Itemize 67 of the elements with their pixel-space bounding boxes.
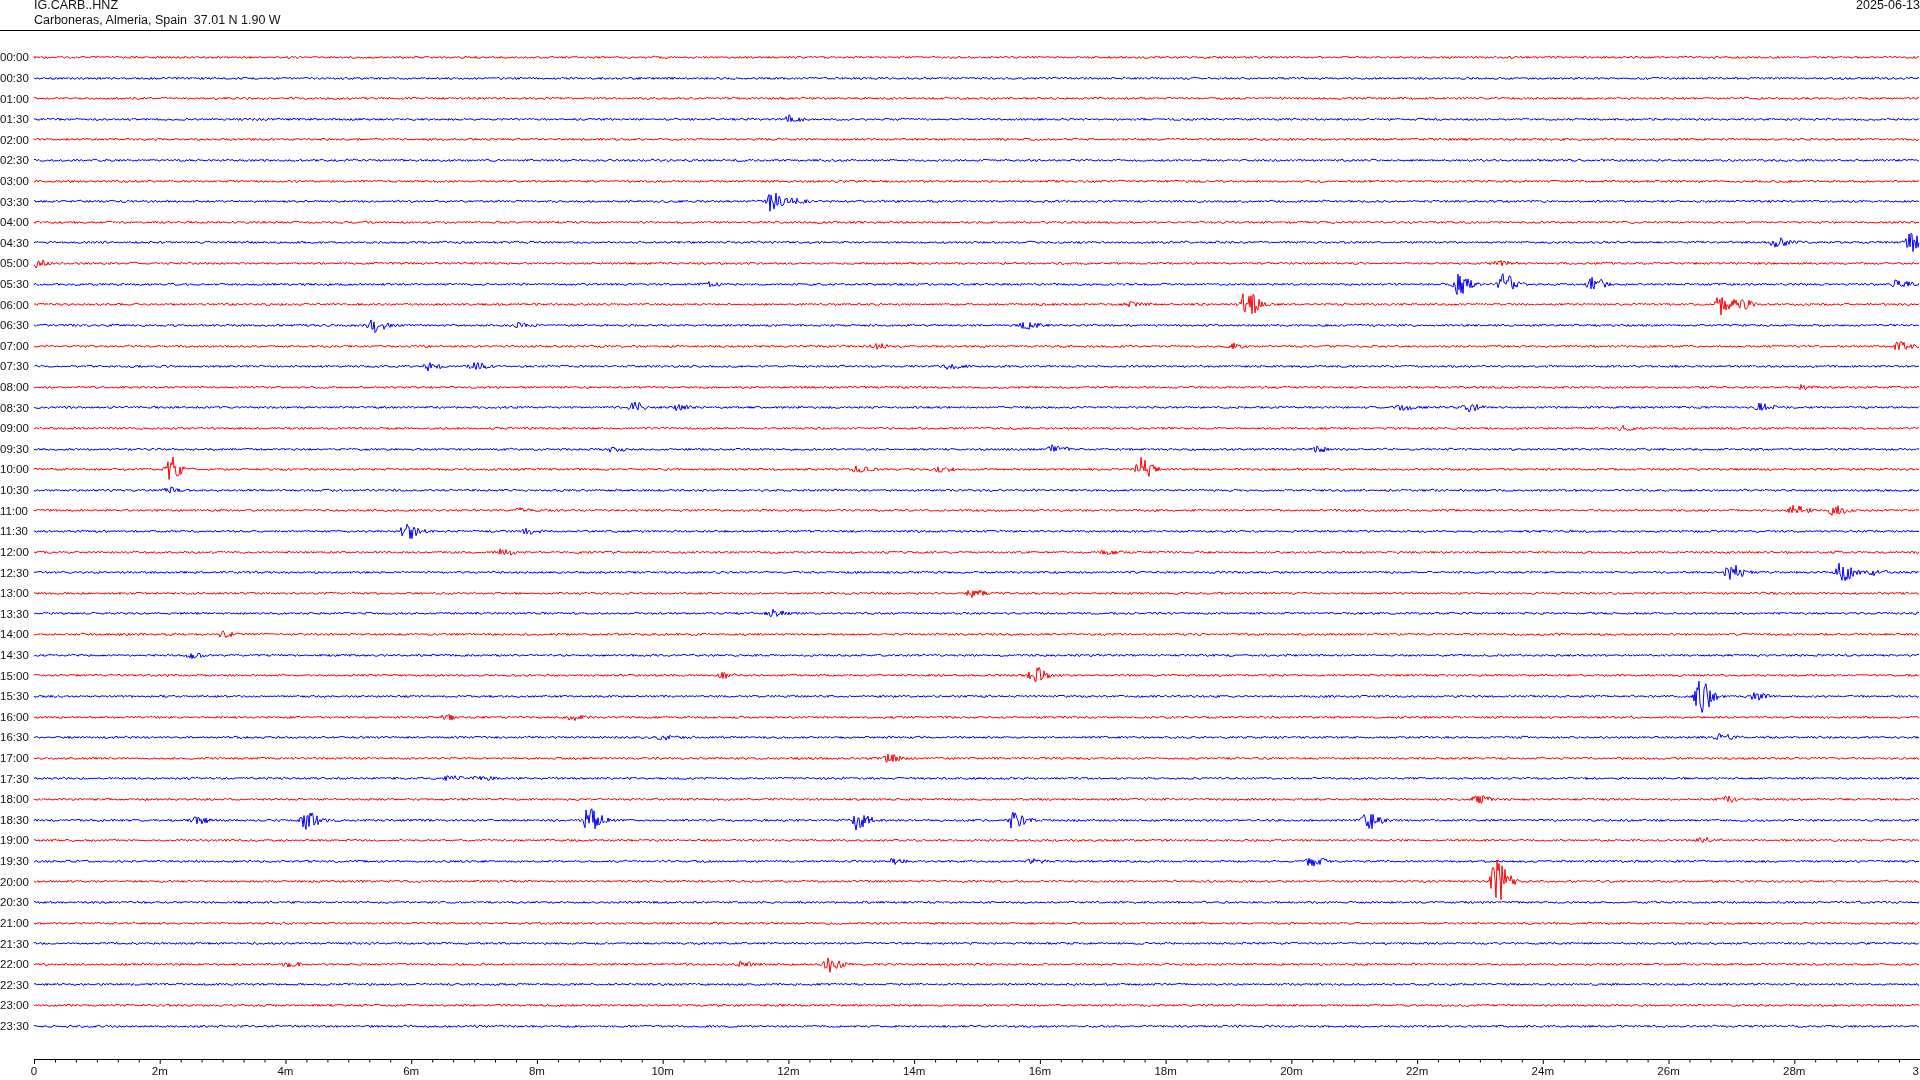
axis-label: 16m: [1028, 1065, 1052, 1078]
time-label: 20:00: [0, 875, 30, 888]
axis-label: 22m: [1405, 1065, 1429, 1078]
time-label: 19:30: [0, 855, 30, 868]
axis-label: 20m: [1280, 1065, 1303, 1078]
axis-label: 28m: [1783, 1065, 1806, 1078]
time-label: 02:00: [0, 133, 30, 146]
time-label: 15:30: [0, 690, 30, 703]
time-label: 08:30: [0, 401, 30, 414]
axis-label: 2m: [151, 1065, 168, 1078]
time-label: 22:30: [0, 978, 30, 991]
axis-label: 18m: [1154, 1065, 1177, 1078]
time-label: 07:30: [0, 360, 30, 373]
time-label: 10:00: [0, 463, 30, 476]
time-label: 23:00: [0, 999, 30, 1012]
time-label: 00:00: [0, 51, 30, 64]
station-location: Carboneras, Almeria, Spain 37.01 N 1.90 W: [34, 13, 281, 27]
time-label: 21:30: [0, 937, 30, 950]
time-label: 10:30: [0, 484, 30, 497]
time-label: 16:30: [0, 731, 30, 744]
time-label: 23:30: [0, 1019, 30, 1032]
date-label: 2025-06-13: [1856, 0, 1920, 12]
time-label: 11:30: [0, 525, 29, 538]
time-label: 20:30: [0, 896, 30, 909]
time-label: 18:30: [0, 813, 30, 826]
time-label: 12:00: [0, 545, 30, 558]
axis-label: 26m: [1657, 1065, 1680, 1078]
time-label: 16:00: [0, 710, 30, 723]
time-label: 01:30: [0, 113, 30, 126]
time-label: 05:00: [0, 257, 30, 270]
axis-label: 4m: [277, 1065, 294, 1078]
axis-label: 3: [1912, 1065, 1919, 1078]
axis-label: 14m: [902, 1065, 926, 1078]
time-label: 01:00: [0, 92, 30, 105]
time-label: 05:30: [0, 278, 30, 290]
time-label: 06:30: [0, 319, 30, 332]
time-label: 12:30: [0, 566, 30, 579]
time-label: 03:30: [0, 195, 30, 208]
time-label: 22:00: [0, 958, 30, 971]
time-label: 18:00: [0, 793, 30, 806]
time-label: 17:30: [0, 772, 30, 785]
time-label: 08:00: [0, 381, 30, 394]
axis-label: 0: [30, 1065, 38, 1078]
time-label: 21:00: [0, 916, 30, 929]
time-label: 13:30: [0, 607, 30, 620]
time-label: 09:30: [0, 442, 30, 455]
time-label: 11:00: [0, 504, 29, 517]
time-label: 13:00: [0, 587, 30, 600]
axis-label: 8m: [528, 1065, 545, 1078]
axis-label: 6m: [403, 1065, 420, 1078]
time-label: 02:30: [0, 154, 30, 167]
time-label: 03:00: [0, 174, 30, 187]
time-label: 14:30: [0, 648, 30, 661]
time-label: 00:30: [0, 71, 30, 84]
time-label: 19:00: [0, 834, 30, 847]
time-label: 04:30: [0, 236, 30, 249]
time-label: 06:00: [0, 298, 30, 311]
axis-label: 12m: [777, 1065, 800, 1078]
station-code: IG.CARB..HNZ: [34, 0, 119, 12]
axis-label: 10m: [651, 1065, 674, 1078]
time-label: 14:00: [0, 628, 30, 641]
time-label: 07:00: [0, 339, 30, 352]
axis-label: 24m: [1531, 1065, 1554, 1078]
time-label: 17:00: [0, 752, 30, 764]
time-label: 04:00: [0, 216, 30, 229]
time-label: 09:00: [0, 422, 30, 435]
time-label: 15:00: [0, 669, 30, 682]
